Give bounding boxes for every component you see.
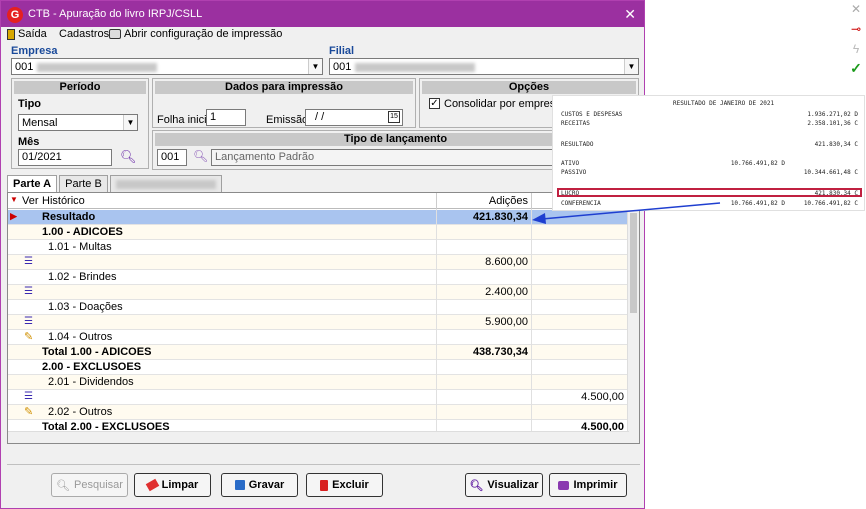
arrow-head-icon	[532, 213, 546, 224]
arrow-line	[541, 202, 721, 220]
annotation-arrow	[532, 202, 721, 224]
